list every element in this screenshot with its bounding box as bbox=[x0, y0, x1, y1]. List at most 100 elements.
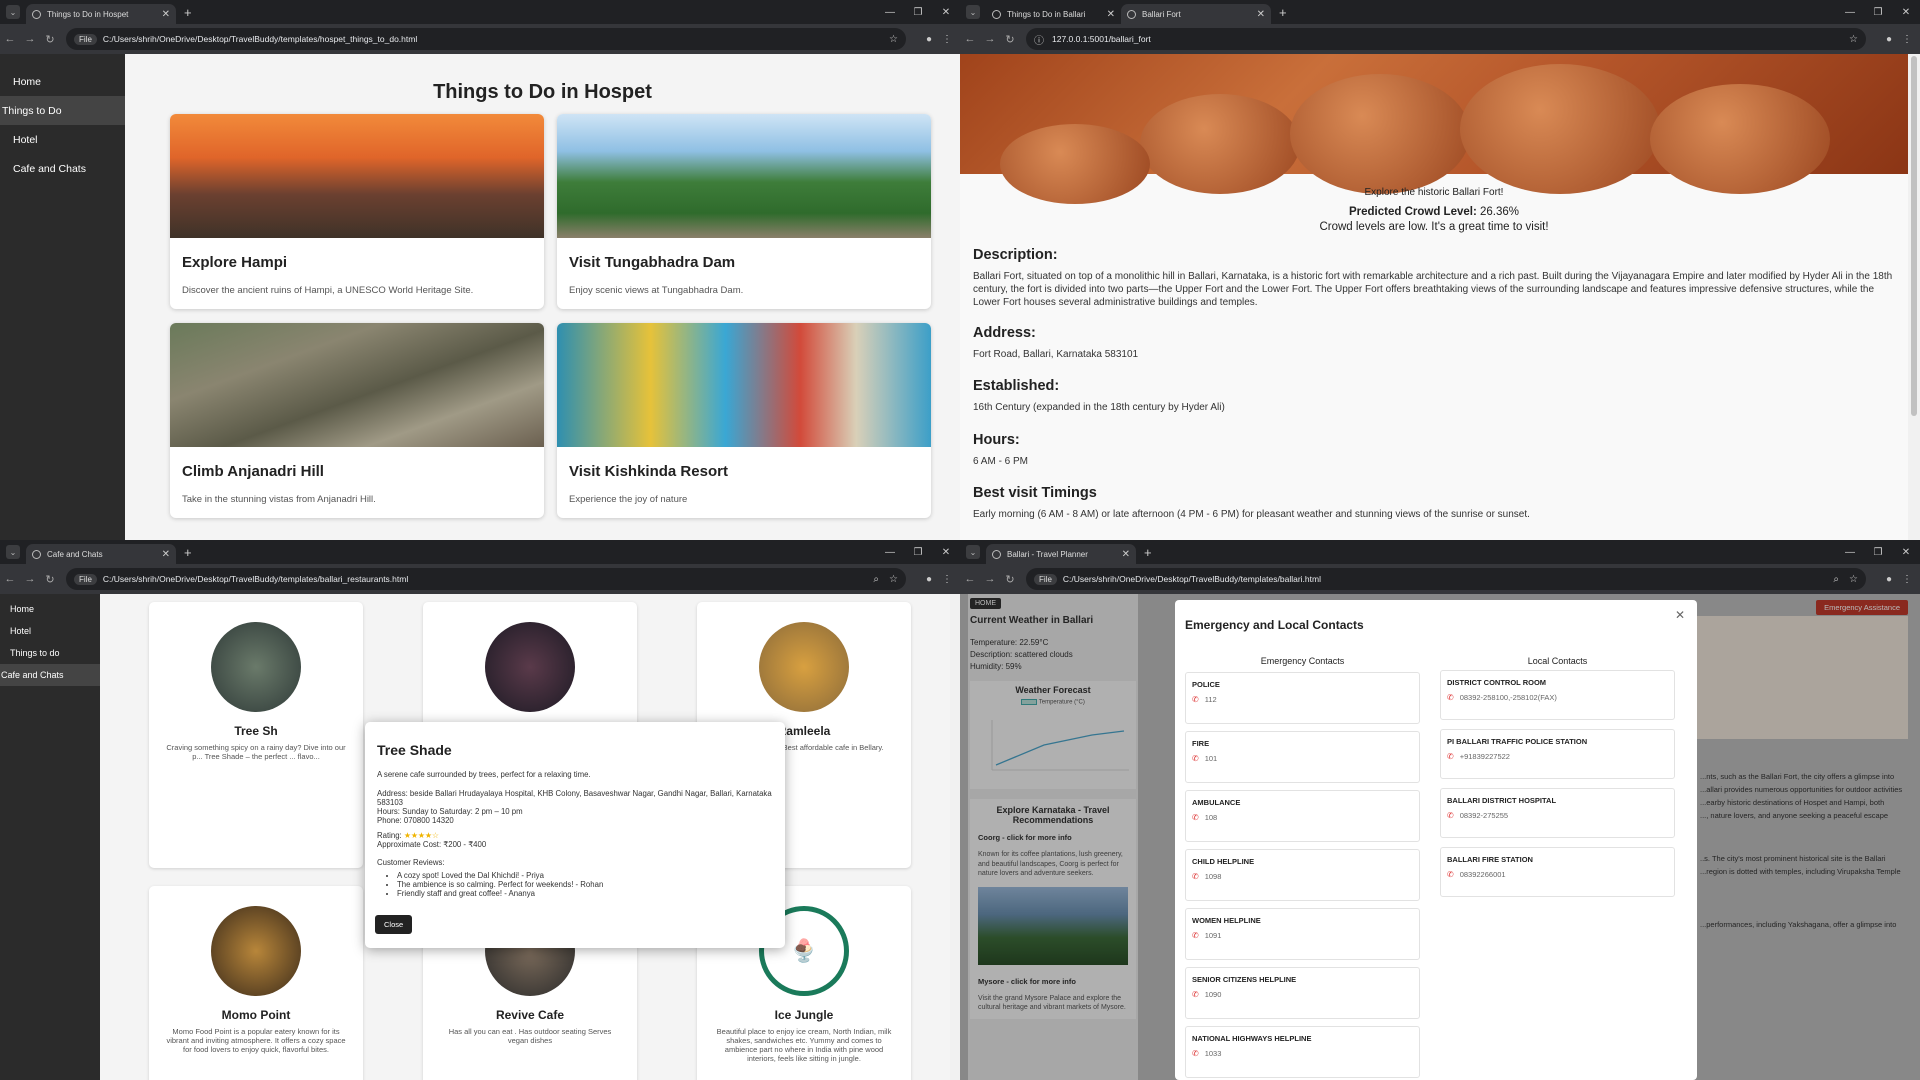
tab-title: Ballari - Travel Planner bbox=[1007, 549, 1088, 559]
zoom-icon[interactable]: ⌕ bbox=[1833, 574, 1839, 585]
new-tab-button[interactable]: + bbox=[184, 545, 192, 560]
tab-search-button[interactable]: ⌄ bbox=[6, 5, 20, 19]
scrollbar[interactable] bbox=[950, 594, 960, 1080]
close-tab-icon[interactable]: ✕ bbox=[162, 9, 170, 20]
back-icon[interactable]: ← bbox=[0, 33, 20, 45]
forward-icon[interactable]: → bbox=[20, 33, 40, 45]
section-heading: Best visit Timings bbox=[973, 485, 1097, 501]
close-button[interactable]: Close bbox=[375, 915, 413, 934]
profile-icon[interactable]: ● bbox=[1886, 34, 1892, 45]
contact-number[interactable]: 101 bbox=[1205, 754, 1218, 763]
bookmark-star-icon[interactable]: ☆ bbox=[889, 574, 898, 585]
tab-things-ballari[interactable]: Things to Do in Ballari ✕ bbox=[986, 4, 1121, 24]
bookmark-star-icon[interactable]: ☆ bbox=[889, 34, 898, 45]
menu-icon[interactable]: ⋮ bbox=[942, 574, 952, 585]
bookmark-star-icon[interactable]: ☆ bbox=[1849, 34, 1858, 45]
contact-number[interactable]: 1090 bbox=[1205, 990, 1222, 999]
contact-number[interactable]: 08392266001 bbox=[1460, 870, 1506, 879]
cafe-card[interactable]: Tree Sh Craving something spicy on a rai… bbox=[149, 602, 363, 868]
contact-number[interactable]: 108 bbox=[1205, 813, 1218, 822]
new-tab-button[interactable]: + bbox=[184, 5, 192, 20]
sidebar-item-things-to-do[interactable]: Things to do bbox=[0, 642, 100, 664]
back-icon[interactable]: ← bbox=[960, 573, 980, 585]
close-window-icon[interactable]: ✕ bbox=[1892, 547, 1920, 558]
scrollbar-thumb[interactable] bbox=[1911, 56, 1917, 416]
menu-icon[interactable]: ⋮ bbox=[1902, 574, 1912, 585]
card-kishkinda[interactable]: Visit Kishkinda Resort Experience the jo… bbox=[557, 323, 931, 518]
bookmark-star-icon[interactable]: ☆ bbox=[1849, 574, 1858, 585]
close-window-icon[interactable]: ✕ bbox=[932, 7, 960, 18]
close-tab-icon[interactable]: ✕ bbox=[1257, 9, 1265, 20]
minimize-icon[interactable]: — bbox=[876, 547, 904, 558]
cafe-card[interactable]: Momo Point Momo Food Point is a popular … bbox=[149, 886, 363, 1080]
close-tab-icon[interactable]: ✕ bbox=[162, 549, 170, 560]
reload-icon[interactable]: ↻ bbox=[40, 573, 60, 586]
close-tab-icon[interactable]: ✕ bbox=[1107, 9, 1115, 20]
profile-icon[interactable]: ● bbox=[926, 34, 932, 45]
contact-name: BALLARI DISTRICT HOSPITAL bbox=[1447, 796, 1557, 805]
contact-number[interactable]: +91839227522 bbox=[1460, 752, 1510, 761]
profile-icon[interactable]: ● bbox=[926, 574, 932, 585]
card-title: Visit Tungabhadra Dam bbox=[569, 254, 736, 271]
maximize-icon[interactable]: ❐ bbox=[904, 547, 932, 558]
sidebar-item-things-to-do[interactable]: Things to Do bbox=[0, 96, 125, 125]
tab-ballari-fort[interactable]: Ballari Fort ✕ bbox=[1121, 4, 1271, 24]
menu-icon[interactable]: ⋮ bbox=[1902, 34, 1912, 45]
contact-name: BALLARI FIRE STATION bbox=[1447, 855, 1533, 864]
back-icon[interactable]: ← bbox=[0, 573, 20, 585]
url-field[interactable]: File C:/Users/shrih/OneDrive/Desktop/Tra… bbox=[66, 28, 906, 50]
url-field[interactable]: File C:/Users/shrih/OneDrive/Desktop/Tra… bbox=[1026, 568, 1866, 590]
tab-search-button[interactable]: ⌄ bbox=[966, 5, 980, 19]
tab-hospet[interactable]: Things to Do in Hospet ✕ bbox=[26, 4, 176, 24]
menu-icon[interactable]: ⋮ bbox=[942, 34, 952, 45]
reload-icon[interactable]: ↻ bbox=[1000, 573, 1020, 586]
url-field[interactable]: ⓘ 127.0.0.1:5001/ballari_fort ☆ bbox=[1026, 28, 1866, 50]
close-icon[interactable]: ✕ bbox=[1675, 608, 1685, 622]
forward-icon[interactable]: → bbox=[20, 573, 40, 585]
forward-icon[interactable]: → bbox=[980, 573, 1000, 585]
contact-number[interactable]: 08392-258100,-258102(FAX) bbox=[1460, 693, 1557, 702]
review-item: Friendly staff and great coffee! - Anany… bbox=[397, 889, 773, 898]
section-text: Early morning (6 AM - 8 AM) or late afte… bbox=[973, 509, 1530, 520]
close-window-icon[interactable]: ✕ bbox=[932, 547, 960, 558]
contact-number[interactable]: 1033 bbox=[1205, 1049, 1222, 1058]
minimize-icon[interactable]: — bbox=[876, 7, 904, 18]
site-info-icon[interactable]: ⓘ bbox=[1034, 32, 1044, 47]
maximize-icon[interactable]: ❐ bbox=[1864, 7, 1892, 18]
sidebar-item-hotel[interactable]: Hotel bbox=[0, 620, 100, 642]
maximize-icon[interactable]: ❐ bbox=[904, 7, 932, 18]
tab-travel-planner[interactable]: Ballari - Travel Planner ✕ bbox=[986, 544, 1136, 564]
zoom-icon[interactable]: ⌕ bbox=[873, 574, 879, 585]
phone-icon: ✆ bbox=[1447, 752, 1454, 761]
tab-search-button[interactable]: ⌄ bbox=[966, 545, 980, 559]
reload-icon[interactable]: ↻ bbox=[40, 33, 60, 46]
minimize-icon[interactable]: — bbox=[1836, 547, 1864, 558]
contact-card: CHILD HELPLINE ✆ 1098 bbox=[1185, 849, 1420, 901]
tab-cafe[interactable]: Cafe and Chats ✕ bbox=[26, 544, 176, 564]
close-tab-icon[interactable]: ✕ bbox=[1122, 549, 1130, 560]
reload-icon[interactable]: ↻ bbox=[1000, 33, 1020, 46]
sidebar-item-home[interactable]: Home bbox=[0, 67, 125, 96]
minimize-icon[interactable]: — bbox=[1836, 7, 1864, 18]
url-field[interactable]: File C:/Users/shrih/OneDrive/Desktop/Tra… bbox=[66, 568, 906, 590]
tab-search-button[interactable]: ⌄ bbox=[6, 545, 20, 559]
sidebar-item-cafe[interactable]: Cafe and Chats bbox=[0, 154, 125, 183]
close-window-icon[interactable]: ✕ bbox=[1892, 7, 1920, 18]
contact-number[interactable]: 08392-275255 bbox=[1460, 811, 1508, 820]
sidebar-item-home[interactable]: Home bbox=[0, 598, 100, 620]
new-tab-button[interactable]: + bbox=[1279, 5, 1287, 20]
maximize-icon[interactable]: ❐ bbox=[1864, 547, 1892, 558]
back-icon[interactable]: ← bbox=[960, 33, 980, 45]
new-tab-button[interactable]: + bbox=[1144, 545, 1152, 560]
sidebar-item-cafe[interactable]: Cafe and Chats bbox=[0, 664, 100, 686]
contact-number[interactable]: 112 bbox=[1205, 695, 1217, 704]
scrollbar[interactable] bbox=[1908, 54, 1920, 540]
card-hampi[interactable]: Explore Hampi Discover the ancient ruins… bbox=[170, 114, 544, 309]
contact-number[interactable]: 1098 bbox=[1205, 872, 1222, 881]
profile-icon[interactable]: ● bbox=[1886, 574, 1892, 585]
sidebar-item-hotel[interactable]: Hotel bbox=[0, 125, 125, 154]
forward-icon[interactable]: → bbox=[980, 33, 1000, 45]
contact-number[interactable]: 1091 bbox=[1205, 931, 1222, 940]
card-dam[interactable]: Visit Tungabhadra Dam Enjoy scenic views… bbox=[557, 114, 931, 309]
card-anjanadri[interactable]: Climb Anjanadri Hill Take in the stunnin… bbox=[170, 323, 544, 518]
